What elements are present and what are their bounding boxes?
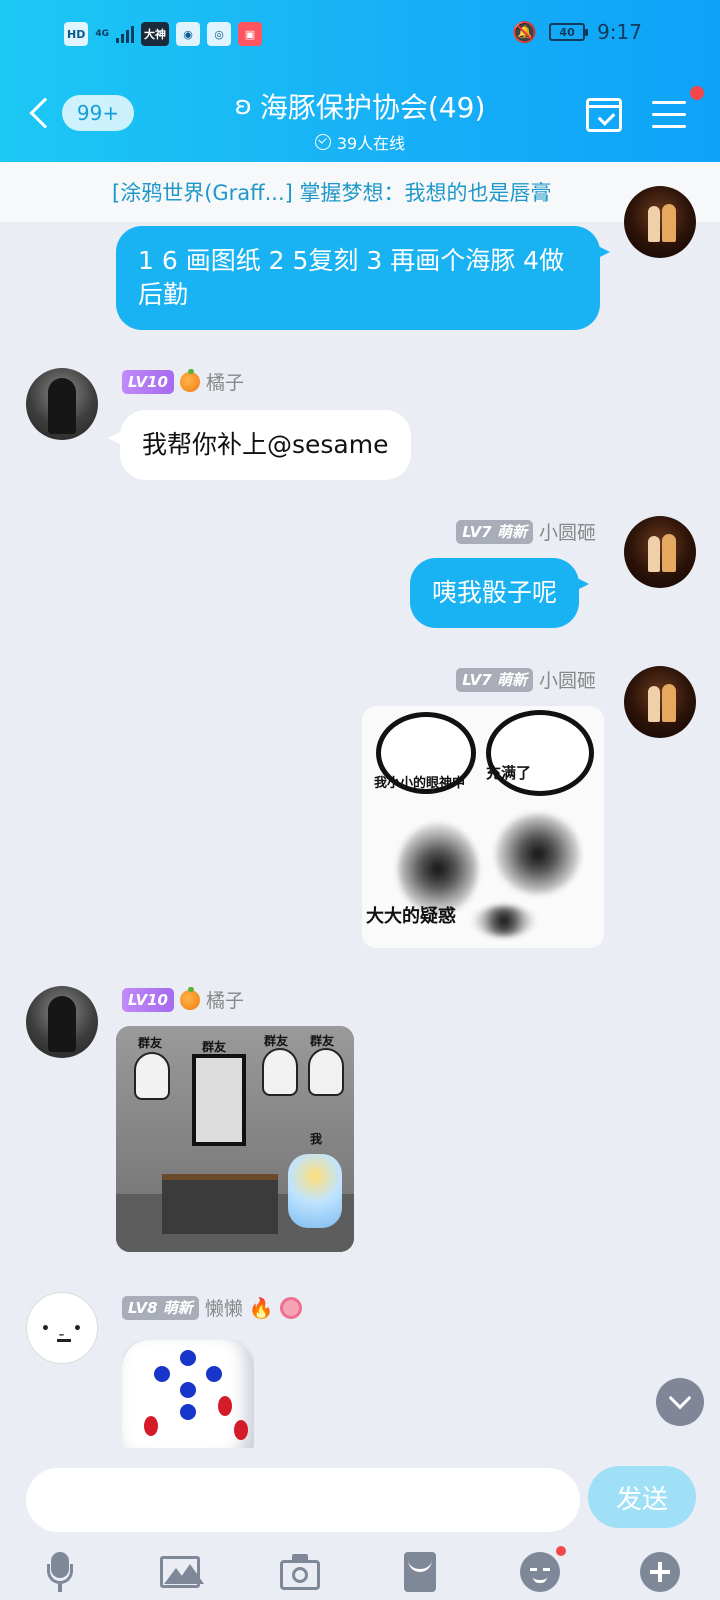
- send-button[interactable]: 发送: [588, 1466, 696, 1528]
- sender-info: LV10 橘子: [122, 986, 244, 1013]
- notice-bar[interactable]: [涂鸦世界(Graff...] 掌握梦想：我想的也是唇膏: [0, 162, 720, 222]
- meme-caption: 群友: [264, 1034, 289, 1048]
- message-text: 咦我骰子呢: [432, 578, 558, 607]
- input-area: 发送: [0, 1448, 720, 1600]
- image-icon[interactable]: [158, 1550, 204, 1594]
- calendar-check-button[interactable]: [586, 98, 622, 132]
- avatar[interactable]: [26, 368, 98, 440]
- sender-name: 橘子: [205, 990, 244, 1012]
- avatar[interactable]: [26, 986, 98, 1058]
- message-text: 我帮你补上@sesame: [142, 430, 389, 459]
- group-title: 海豚保护协会(49): [259, 91, 486, 124]
- shop-app-icon: ▣: [238, 22, 262, 46]
- level-badge: LV7 萌新: [456, 519, 533, 544]
- dice-message[interactable]: [122, 1340, 254, 1448]
- status-left: HD 4G 大神 ◉ ◎ ▣: [64, 22, 262, 46]
- level-badge: LV10: [122, 369, 174, 394]
- menu-button[interactable]: [652, 101, 686, 129]
- level-badge: LV7 萌新: [456, 667, 533, 692]
- meme-caption: 大大的疑惑: [366, 906, 456, 927]
- level-badge: LV8 萌新: [122, 1295, 199, 1320]
- meme-image[interactable]: 群友 群友 群友 群友 我: [116, 1026, 354, 1252]
- avatar[interactable]: •ˍ•: [26, 1292, 98, 1364]
- signal-icon: [116, 25, 134, 43]
- status-bar: HD 4G 大神 ◉ ◎ ▣ 🔕 40 9:17: [0, 0, 720, 70]
- avatar[interactable]: [624, 186, 696, 258]
- message-input[interactable]: [26, 1468, 580, 1532]
- meme-caption: 群友: [202, 1040, 227, 1054]
- dashen-app-icon: 大神: [141, 22, 169, 46]
- hd-indicator: HD: [64, 22, 89, 46]
- ear-icon: ʚ: [234, 91, 252, 121]
- dice-icon: [122, 1340, 254, 1448]
- network-type: 4G: [95, 29, 109, 39]
- sender-info: LV10 橘子: [122, 368, 244, 395]
- chat-header: HD 4G 大神 ◉ ◎ ▣ 🔕 40 9:17 99+ ʚ 海豚保护协会(49…: [0, 0, 720, 162]
- meme-caption: 群友: [138, 1036, 163, 1050]
- status-right: 🔕 40 9:17: [512, 20, 642, 44]
- sender-name: 小圆砸: [538, 522, 596, 544]
- plus-icon[interactable]: [638, 1550, 682, 1594]
- online-count: 39人在线: [336, 134, 406, 153]
- red-packet-icon[interactable]: [398, 1550, 442, 1594]
- camera-icon[interactable]: [278, 1550, 322, 1594]
- orange-icon: [179, 986, 200, 1010]
- fire-icon: 🔥: [248, 1295, 274, 1320]
- clock: 9:17: [597, 20, 642, 44]
- message-bubble[interactable]: 我帮你补上@sesame: [108, 410, 411, 480]
- message-text: 1 6 画图纸 2 5复刻 3 再画个海豚 4做后勤: [138, 246, 565, 309]
- sender-info: LV7 萌新 小圆砸: [456, 518, 596, 545]
- avatar[interactable]: [624, 666, 696, 738]
- scroll-to-bottom-button[interactable]: [656, 1378, 704, 1426]
- flower-icon: [279, 1296, 302, 1319]
- avatar[interactable]: [624, 516, 696, 588]
- message-bubble[interactable]: 咦我骰子呢: [410, 558, 590, 628]
- meme-caption: 群友: [310, 1034, 335, 1048]
- sender-name: 橘子: [205, 372, 244, 394]
- orange-icon: [179, 368, 200, 392]
- sender-info: LV8 萌新 懒懒 🔥: [122, 1294, 302, 1321]
- sender-info: LV7 萌新 小圆砸: [456, 666, 596, 693]
- notification-dot: [690, 86, 704, 100]
- toolbar: [0, 1542, 720, 1600]
- sender-name: 小圆砸: [538, 670, 596, 692]
- emoji-icon[interactable]: [518, 1546, 566, 1594]
- online-check-icon: [314, 134, 331, 150]
- sender-name: 懒懒: [204, 1298, 243, 1320]
- baidu-app-icon: ◉: [176, 22, 200, 46]
- meme-image[interactable]: 我小小的眼神中 充满了 大大的疑惑: [362, 706, 604, 948]
- message-bubble[interactable]: 1 6 画图纸 2 5复刻 3 再画个海豚 4做后勤: [116, 226, 610, 330]
- browser-app-icon: ◎: [207, 22, 231, 46]
- mute-bell-icon: 🔕: [512, 20, 538, 44]
- notification-dot: [556, 1546, 566, 1556]
- meme-caption: 我: [310, 1132, 323, 1146]
- meme-caption: 我小小的眼神中: [374, 776, 466, 791]
- notice-text: [涂鸦世界(Graff...] 掌握梦想：我想的也是唇膏: [112, 181, 552, 205]
- level-badge: LV10: [122, 987, 174, 1012]
- meme-caption: 充满了: [486, 764, 532, 782]
- battery-icon: 40: [549, 23, 589, 41]
- microphone-icon[interactable]: [38, 1550, 82, 1594]
